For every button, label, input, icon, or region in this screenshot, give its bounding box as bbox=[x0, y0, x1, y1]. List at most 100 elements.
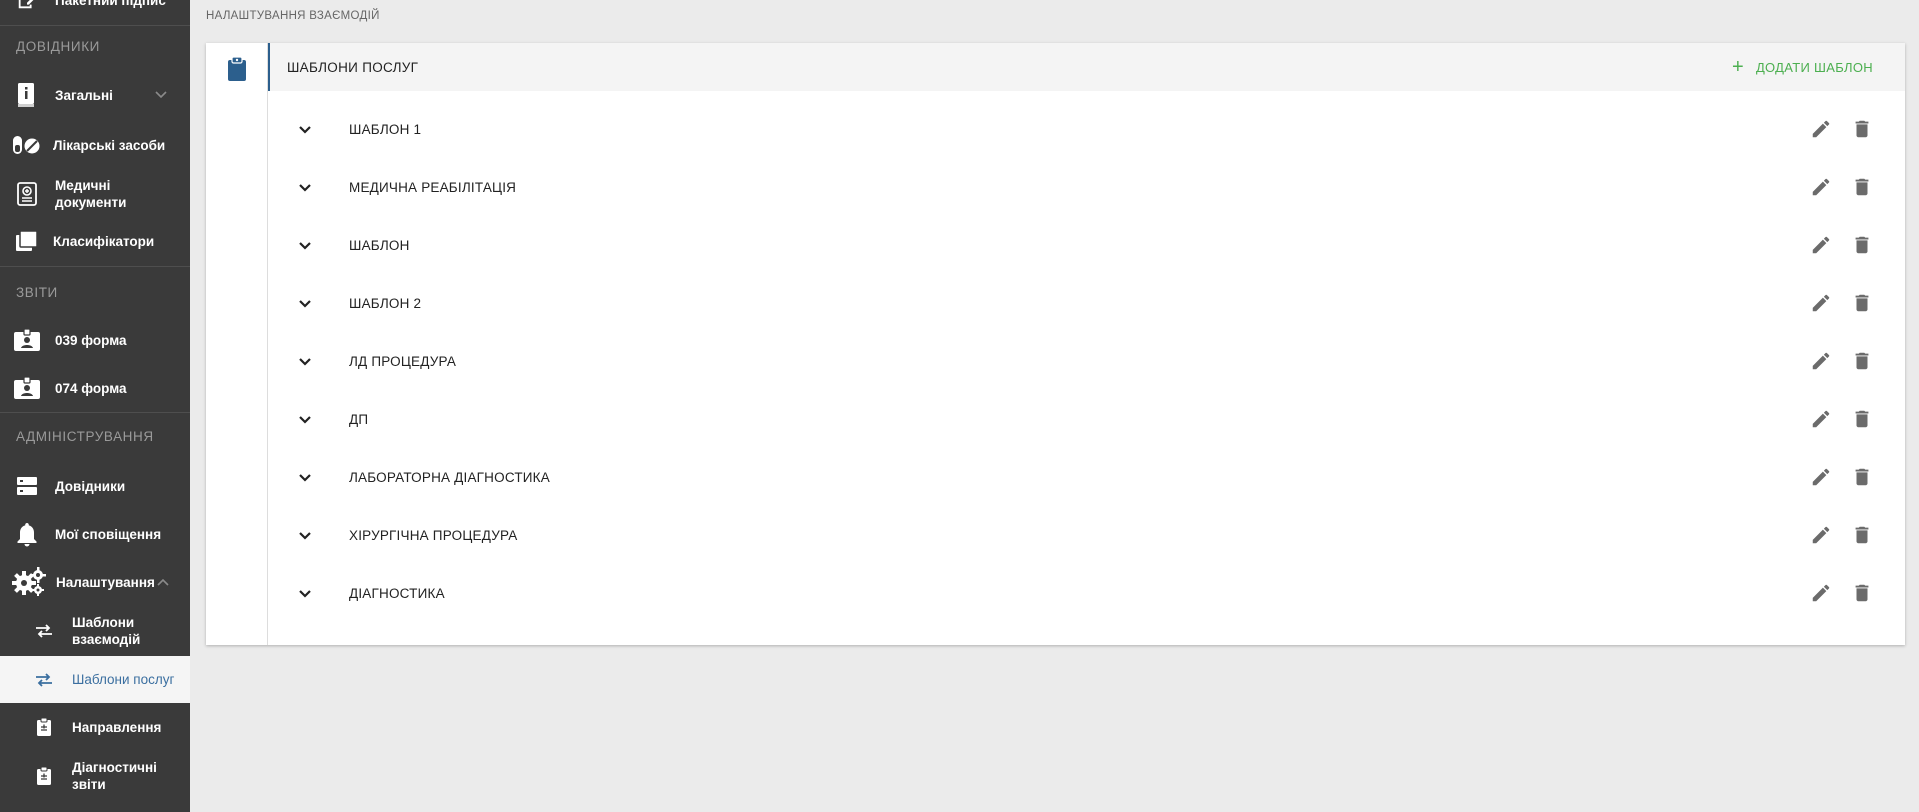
sidebar-item-batch-signature[interactable]: Пакетний підпис bbox=[0, 0, 190, 12]
sidebar-item-label: 074 форма bbox=[55, 380, 127, 396]
edit-icon[interactable] bbox=[1810, 466, 1832, 493]
sidebar-item-classifiers[interactable]: Класифікатори bbox=[0, 224, 190, 258]
clipboard-icon bbox=[226, 56, 248, 87]
expand-chevron-icon[interactable] bbox=[298, 239, 312, 257]
delete-icon[interactable] bbox=[1851, 176, 1873, 203]
expand-chevron-icon[interactable] bbox=[298, 181, 312, 199]
sidebar-item-label: Направлення bbox=[72, 719, 162, 735]
sidebar-item-label: Шаблони послуг bbox=[72, 672, 175, 687]
sidebar-item-form-039[interactable]: 039 форма bbox=[0, 323, 190, 357]
signature-icon bbox=[12, 0, 42, 15]
template-row: ДП bbox=[268, 390, 1905, 448]
template-name: ЛД ПРОЦЕДУРА bbox=[349, 353, 457, 369]
sidebar-item-label: Класифікатори bbox=[53, 233, 155, 249]
clipboard-icon bbox=[34, 717, 54, 737]
divider bbox=[0, 25, 190, 26]
sidebar-item-medicines[interactable]: Лікарські засоби bbox=[0, 128, 190, 162]
template-row: ЛАБОРАТОРНА ДІАГНОСТИКА bbox=[268, 448, 1905, 506]
edit-icon[interactable] bbox=[1810, 292, 1832, 319]
plus-icon: + bbox=[1731, 56, 1744, 78]
id-badge-icon bbox=[12, 373, 42, 403]
template-row: ДІАГНОСТИКА bbox=[268, 564, 1905, 622]
delete-icon[interactable] bbox=[1851, 582, 1873, 609]
storage-icon bbox=[12, 471, 42, 501]
card-title: ШАБЛОНИ ПОСЛУГ bbox=[287, 59, 419, 75]
sidebar-item-label: Медичні документи bbox=[55, 178, 127, 210]
template-name: ДП bbox=[349, 411, 369, 427]
template-name: ДІАГНОСТИКА bbox=[349, 585, 445, 601]
edit-icon[interactable] bbox=[1810, 524, 1832, 551]
template-row: ШАБЛОН 2 bbox=[268, 274, 1905, 332]
sidebar-item-label: Діагностичні звіти bbox=[72, 760, 157, 792]
sidebar-subitem-diagnostic-reports[interactable]: Діагностичні звіти bbox=[0, 757, 190, 795]
delete-icon[interactable] bbox=[1851, 466, 1873, 493]
template-row: ХІРУРГІЧНА ПРОЦЕДУРА bbox=[268, 506, 1905, 564]
template-row: МЕДИЧНА РЕАБІЛІТАЦІЯ bbox=[268, 158, 1905, 216]
delete-icon[interactable] bbox=[1851, 350, 1873, 377]
card-header: ШАБЛОНИ ПОСЛУГ + ДОДАТИ ШАБЛОН bbox=[268, 43, 1905, 91]
delete-icon[interactable] bbox=[1851, 234, 1873, 261]
template-name: ХІРУРГІЧНА ПРОЦЕДУРА bbox=[349, 527, 518, 543]
bell-icon bbox=[12, 519, 42, 549]
sidebar-item-my-notifications[interactable]: Мої сповіщення bbox=[0, 517, 190, 551]
template-row: ЛД ПРОЦЕДУРА bbox=[268, 332, 1905, 390]
edit-icon[interactable] bbox=[1810, 582, 1832, 609]
sidebar-item-settings[interactable]: Налаштування bbox=[0, 564, 190, 600]
edit-icon[interactable] bbox=[1810, 118, 1832, 145]
edit-icon[interactable] bbox=[1810, 350, 1832, 377]
delete-icon[interactable] bbox=[1851, 408, 1873, 435]
sidebar-subitem-referrals[interactable]: Направлення bbox=[0, 710, 190, 744]
chevron-down-icon bbox=[154, 89, 168, 104]
template-row: ШАБЛОН 1 bbox=[268, 100, 1905, 158]
sidebar-item-label: Загальні bbox=[55, 87, 113, 103]
expand-chevron-icon[interactable] bbox=[298, 587, 312, 605]
sidebar-subitem-service-templates[interactable]: Шаблони послуг bbox=[0, 656, 190, 703]
gears-icon bbox=[12, 567, 46, 597]
delete-icon[interactable] bbox=[1851, 292, 1873, 319]
sidebar-item-directories[interactable]: Довідники bbox=[0, 469, 190, 503]
sidebar-item-label: 039 форма bbox=[55, 332, 127, 348]
sidebar-item-form-074[interactable]: 074 форма bbox=[0, 371, 190, 405]
swap-arrows-icon bbox=[34, 670, 54, 690]
edit-icon[interactable] bbox=[1810, 234, 1832, 261]
pills-icon bbox=[12, 130, 42, 160]
sidebar-item-label: Мої сповіщення bbox=[55, 526, 162, 542]
library-icon bbox=[12, 226, 42, 256]
expand-chevron-icon[interactable] bbox=[298, 355, 312, 373]
sidebar-item-label: Налаштування bbox=[56, 574, 155, 590]
edit-icon[interactable] bbox=[1810, 408, 1832, 435]
chevron-up-icon bbox=[156, 576, 170, 591]
sidebar-item-general[interactable]: Загальні bbox=[0, 78, 190, 112]
expand-chevron-icon[interactable] bbox=[298, 413, 312, 431]
template-name: ЛАБОРАТОРНА ДІАГНОСТИКА bbox=[349, 469, 550, 485]
divider bbox=[0, 266, 190, 267]
expand-chevron-icon[interactable] bbox=[298, 529, 312, 547]
delete-icon[interactable] bbox=[1851, 118, 1873, 145]
sidebar-item-medical-documents[interactable]: Медичні документи bbox=[0, 175, 190, 213]
sidebar-item-label: Шаблони взаємодій bbox=[72, 615, 141, 647]
expand-chevron-icon[interactable] bbox=[298, 123, 312, 141]
sidebar-item-label: Довідники bbox=[55, 478, 126, 494]
template-name: ШАБЛОН 2 bbox=[349, 295, 422, 311]
id-badge-icon bbox=[12, 325, 42, 355]
sidebar-item-label: Пакетний підпис bbox=[55, 0, 166, 8]
delete-icon[interactable] bbox=[1851, 524, 1873, 551]
service-templates-card: ШАБЛОНИ ПОСЛУГ + ДОДАТИ ШАБЛОН ШАБЛОН 1 М… bbox=[206, 43, 1905, 645]
card-icon-column bbox=[206, 43, 268, 645]
section-title-administration: АДМІНІСТРУВАННЯ bbox=[16, 429, 154, 444]
section-title-reports: ЗВІТИ bbox=[16, 285, 58, 300]
template-name: МЕДИЧНА РЕАБІЛІТАЦІЯ bbox=[349, 179, 517, 195]
add-template-label: ДОДАТИ ШАБЛОН bbox=[1755, 59, 1873, 75]
swap-arrows-icon bbox=[34, 621, 54, 641]
sidebar: Пакетний підпис ДОВІДНИКИ Загальні Лікар… bbox=[0, 0, 190, 812]
medical-document-icon bbox=[12, 179, 42, 209]
template-name: ШАБЛОН bbox=[349, 237, 410, 253]
expand-chevron-icon[interactable] bbox=[298, 471, 312, 489]
sidebar-item-label: Лікарські засоби bbox=[53, 137, 166, 153]
divider bbox=[0, 412, 190, 413]
template-name: ШАБЛОН 1 bbox=[349, 121, 422, 137]
add-template-button[interactable]: + ДОДАТИ ШАБЛОН bbox=[1732, 43, 1873, 91]
expand-chevron-icon[interactable] bbox=[298, 297, 312, 315]
edit-icon[interactable] bbox=[1810, 176, 1832, 203]
sidebar-subitem-interaction-templates[interactable]: Шаблони взаємодій bbox=[0, 612, 190, 650]
